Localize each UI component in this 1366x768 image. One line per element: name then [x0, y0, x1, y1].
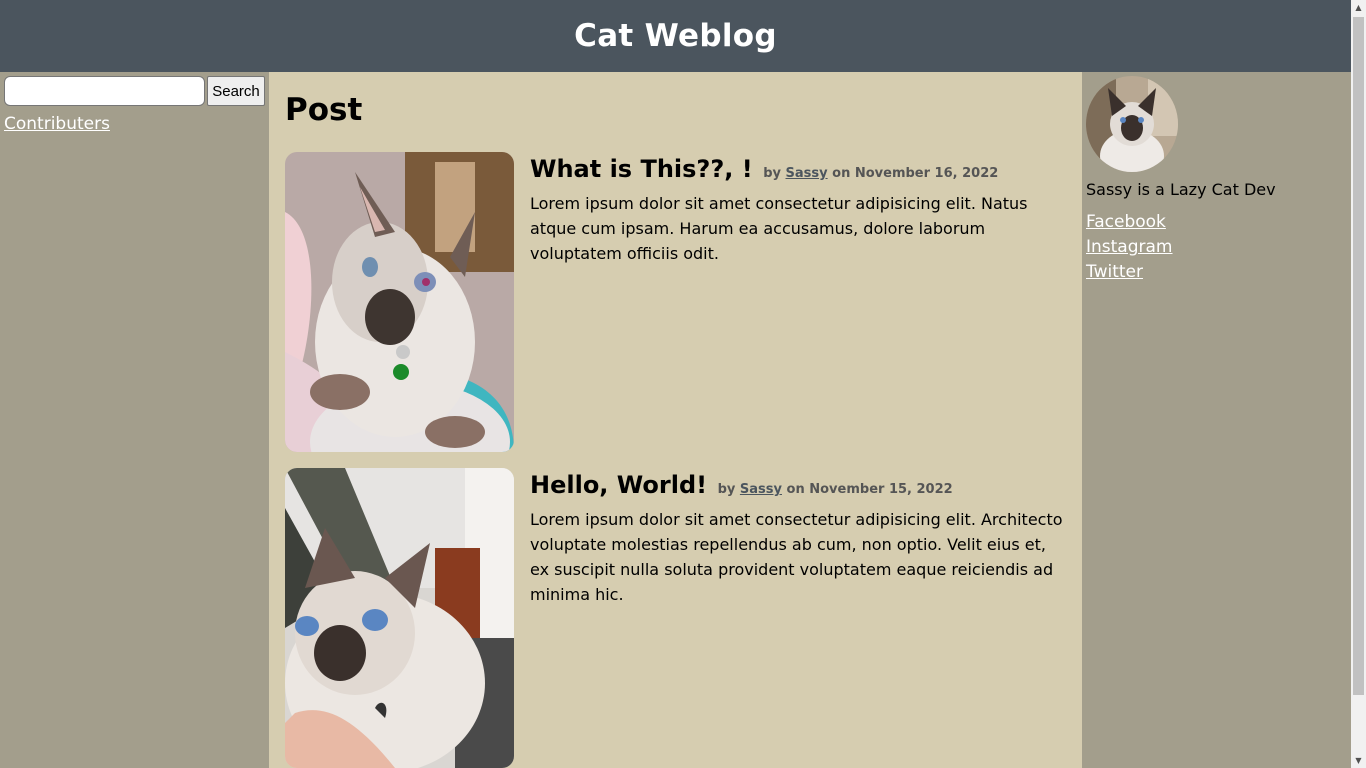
post-by-label: by	[763, 166, 781, 181]
author-avatar	[1086, 76, 1178, 172]
site-header: Cat Weblog	[0, 0, 1351, 72]
search-button[interactable]: Search	[207, 76, 265, 106]
post-title: Hello, World!	[530, 471, 708, 499]
site-title: Cat Weblog	[574, 18, 777, 54]
post-image[interactable]	[285, 152, 514, 452]
post-excerpt: Lorem ipsum dolor sit amet consectetur a…	[530, 194, 1028, 263]
page-scrollbar[interactable]: ▲ ▼	[1351, 0, 1366, 768]
left-sidebar: Search Contributers	[0, 72, 269, 768]
post-card: What is This??, ! by Sassy on November 1…	[285, 152, 1075, 452]
post-author-link[interactable]: Sassy	[740, 482, 782, 497]
instagram-link[interactable]: Instagram	[1086, 237, 1173, 257]
contributers-link[interactable]: Contributers	[4, 114, 110, 134]
post-body: What is This??, ! by Sassy on November 1…	[530, 152, 1070, 266]
post-card: Hello, World! by Sassy on November 15, 2…	[285, 468, 1075, 768]
post-by-label: by	[717, 482, 736, 497]
main-content: Post What is This??, ! by Sassy on Novem…	[269, 72, 1082, 768]
post-image[interactable]	[285, 468, 514, 768]
post-excerpt: Lorem ipsum dolor sit amet consectetur a…	[530, 510, 1063, 604]
post-header: Hello, World! by Sassy on November 15, 2…	[530, 468, 1070, 507]
twitter-link[interactable]: Twitter	[1086, 262, 1143, 282]
scroll-up-arrow-icon[interactable]: ▲	[1351, 0, 1366, 15]
right-sidebar: Sassy is a Lazy Cat Dev Facebook Instagr…	[1082, 72, 1351, 768]
post-header: What is This??, ! by Sassy on November 1…	[530, 152, 1070, 191]
scroll-down-arrow-icon[interactable]: ▼	[1351, 753, 1366, 768]
facebook-link[interactable]: Facebook	[1086, 212, 1166, 232]
scroll-thumb[interactable]	[1353, 17, 1364, 695]
search-input[interactable]	[4, 76, 205, 106]
page-heading: Post	[285, 92, 363, 128]
post-meta: by Sassy on November 15, 2022	[718, 482, 953, 497]
post-title: What is This??, !	[530, 155, 753, 183]
post-meta: by Sassy on November 16, 2022	[763, 166, 998, 181]
post-date: on November 15, 2022	[786, 482, 953, 497]
post-author-link[interactable]: Sassy	[786, 166, 828, 181]
post-date: on November 16, 2022	[832, 166, 999, 181]
post-body: Hello, World! by Sassy on November 15, 2…	[530, 468, 1070, 607]
author-bio: Sassy is a Lazy Cat Dev	[1086, 180, 1276, 199]
